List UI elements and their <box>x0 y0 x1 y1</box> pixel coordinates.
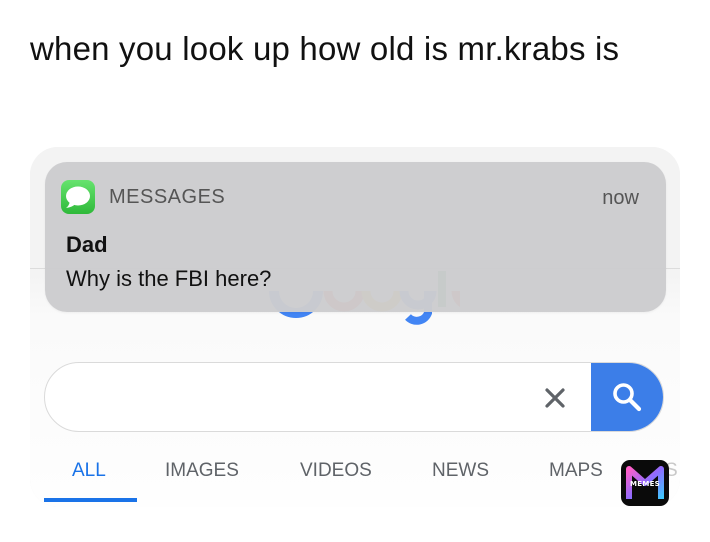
close-icon <box>545 388 565 408</box>
messages-app-icon <box>61 180 95 214</box>
search-tabs: ALL IMAGES VIDEOS NEWS MAPS <box>44 452 680 502</box>
tab-maps[interactable]: MAPS <box>549 460 603 482</box>
tab-images[interactable]: IMAGES <box>165 460 239 482</box>
search-icon <box>613 383 642 412</box>
memes-watermark-label: MEMES <box>629 480 661 488</box>
meme-caption: when you look up how old is mr.krabs is <box>30 30 620 67</box>
notification-message: Why is the FBI here? <box>66 266 272 291</box>
notification-app-name: MESSAGES <box>109 186 226 208</box>
tab-all[interactable]: ALL <box>72 460 106 482</box>
memes-watermark: MEMES <box>621 460 669 506</box>
search-input[interactable] <box>45 363 553 431</box>
search-bar <box>44 362 664 432</box>
message-notification[interactable]: MESSAGES now Dad Why is the FBI here? <box>45 162 666 312</box>
tab-news[interactable]: NEWS <box>432 460 489 482</box>
search-button[interactable] <box>591 363 663 431</box>
clear-search-button[interactable] <box>539 382 571 414</box>
notification-time: now <box>602 187 639 209</box>
notification-sender: Dad <box>66 232 108 257</box>
tab-videos[interactable]: VIDEOS <box>300 460 372 482</box>
speech-bubble-icon <box>66 186 90 208</box>
active-tab-indicator <box>44 498 137 502</box>
